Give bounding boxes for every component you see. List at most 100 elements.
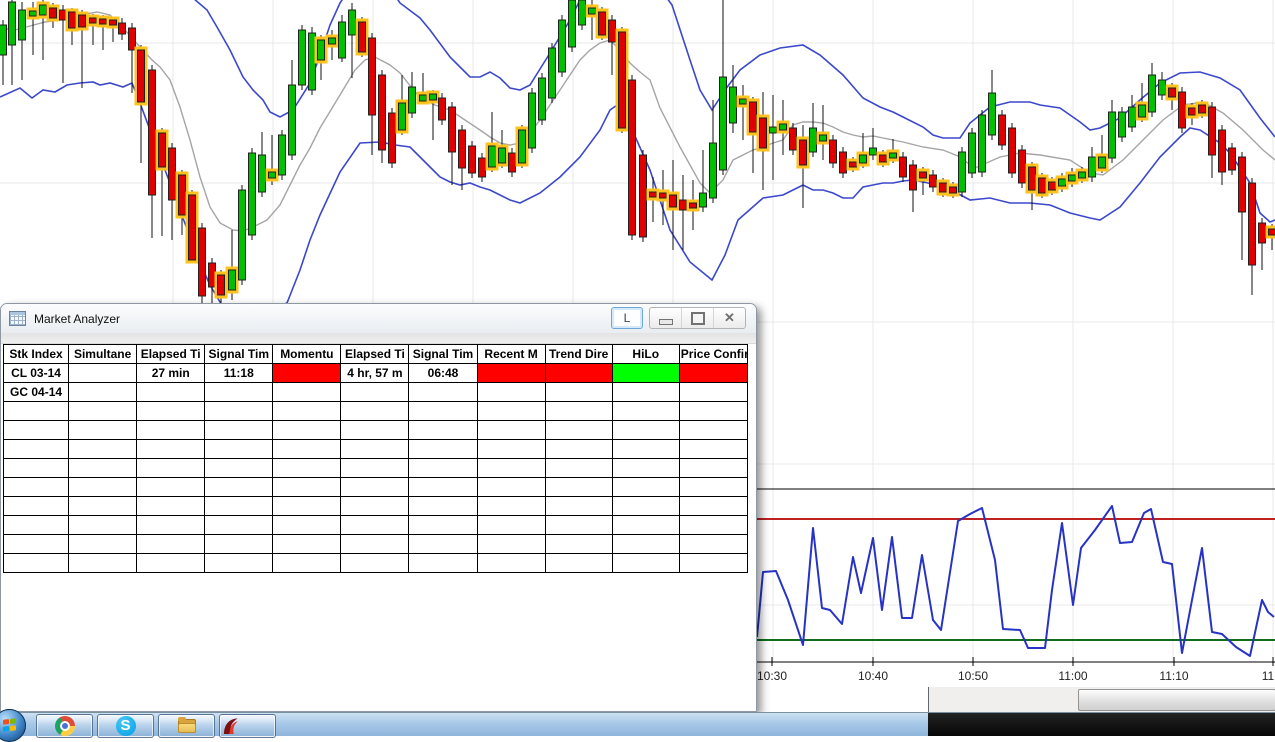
table-cell[interactable] <box>612 497 679 516</box>
table-cell[interactable] <box>409 383 477 402</box>
table-cell[interactable] <box>273 421 341 440</box>
table-cell[interactable] <box>341 383 409 402</box>
table-cell[interactable] <box>341 516 409 535</box>
table-cell[interactable] <box>273 478 341 497</box>
table-cell[interactable] <box>69 516 137 535</box>
column-header-9[interactable]: HiLo <box>612 345 679 364</box>
table-cell[interactable] <box>545 478 612 497</box>
table-cell[interactable] <box>137 478 205 497</box>
table-cell[interactable] <box>545 421 612 440</box>
table-cell[interactable] <box>545 497 612 516</box>
table-cell[interactable] <box>69 535 137 554</box>
table-cell[interactable] <box>612 383 679 402</box>
table-cell[interactable] <box>137 383 205 402</box>
table-cell[interactable] <box>409 535 477 554</box>
table-cell[interactable] <box>273 516 341 535</box>
table-cell[interactable] <box>205 535 273 554</box>
table-cell[interactable] <box>205 516 273 535</box>
table-cell[interactable]: 4 hr, 57 m <box>341 364 409 383</box>
table-cell[interactable] <box>477 459 545 478</box>
table-cell[interactable] <box>69 459 137 478</box>
table-cell[interactable] <box>612 421 679 440</box>
column-header-5[interactable]: Elapsed Ti <box>341 345 409 364</box>
taskbar-item-explorer[interactable] <box>158 714 215 738</box>
column-header-3[interactable]: Signal Tim <box>205 345 273 364</box>
table-cell[interactable] <box>612 440 679 459</box>
table-cell[interactable] <box>679 364 747 383</box>
column-header-4[interactable]: Momentu <box>273 345 341 364</box>
table-cell[interactable] <box>612 459 679 478</box>
table-cell[interactable]: GC 04-14 <box>4 383 69 402</box>
table-cell[interactable] <box>341 421 409 440</box>
table-cell[interactable] <box>4 535 69 554</box>
close-button[interactable]: ✕ <box>713 308 745 328</box>
table-cell[interactable] <box>137 516 205 535</box>
table-cell[interactable] <box>612 478 679 497</box>
table-cell[interactable]: 27 min <box>137 364 205 383</box>
table-cell[interactable] <box>205 440 273 459</box>
table-cell[interactable] <box>273 554 341 573</box>
table-cell[interactable] <box>273 459 341 478</box>
table-cell[interactable] <box>205 459 273 478</box>
table-cell[interactable] <box>477 478 545 497</box>
table-cell[interactable] <box>69 554 137 573</box>
taskbar-item-skype[interactable]: S <box>97 714 154 738</box>
table-cell[interactable] <box>341 554 409 573</box>
table-cell[interactable] <box>69 383 137 402</box>
table-cell[interactable] <box>4 497 69 516</box>
table-cell[interactable] <box>69 402 137 421</box>
minimize-button[interactable] <box>650 308 681 328</box>
table-cell[interactable] <box>137 402 205 421</box>
table-cell[interactable] <box>545 440 612 459</box>
table-cell[interactable] <box>137 554 205 573</box>
table-cell[interactable] <box>477 364 545 383</box>
table-cell[interactable] <box>679 554 747 573</box>
table-cell[interactable] <box>205 421 273 440</box>
table-cell[interactable] <box>612 554 679 573</box>
table-cell[interactable] <box>409 459 477 478</box>
table-cell[interactable] <box>273 440 341 459</box>
table-cell[interactable] <box>679 383 747 402</box>
table-cell[interactable] <box>679 516 747 535</box>
table-cell[interactable] <box>679 535 747 554</box>
table-cell[interactable] <box>137 440 205 459</box>
table-cell[interactable]: 06:48 <box>409 364 477 383</box>
table-cell[interactable] <box>69 364 137 383</box>
table-cell[interactable] <box>679 421 747 440</box>
table-cell[interactable] <box>137 459 205 478</box>
table-cell[interactable] <box>273 364 341 383</box>
table-cell[interactable] <box>612 402 679 421</box>
restore-button[interactable] <box>681 308 713 328</box>
table-cell[interactable] <box>273 535 341 554</box>
table-cell[interactable] <box>4 421 69 440</box>
taskbar-item-chrome[interactable] <box>36 714 93 738</box>
table-cell[interactable]: CL 03-14 <box>4 364 69 383</box>
table-cell[interactable] <box>341 478 409 497</box>
table-cell[interactable] <box>477 516 545 535</box>
table-cell[interactable] <box>341 497 409 516</box>
table-cell[interactable] <box>545 402 612 421</box>
table-cell[interactable] <box>679 440 747 459</box>
table-cell[interactable] <box>545 364 612 383</box>
table-cell[interactable] <box>409 497 477 516</box>
table-cell[interactable] <box>341 459 409 478</box>
table-cell[interactable] <box>612 535 679 554</box>
column-header-6[interactable]: Signal Tim <box>409 345 477 364</box>
table-cell[interactable] <box>477 554 545 573</box>
table-cell[interactable] <box>4 402 69 421</box>
table-cell[interactable] <box>4 554 69 573</box>
window-titlebar[interactable]: Market Analyzer L ✕ <box>1 304 756 334</box>
table-cell[interactable] <box>545 535 612 554</box>
table-cell[interactable] <box>341 535 409 554</box>
taskbar-item-ninjatrader[interactable] <box>219 714 276 738</box>
table-cell[interactable] <box>4 440 69 459</box>
table-cell[interactable] <box>679 497 747 516</box>
scrollbar-thumb[interactable] <box>1078 689 1275 711</box>
table-cell[interactable] <box>4 459 69 478</box>
table-cell[interactable] <box>205 478 273 497</box>
table-cell[interactable] <box>409 554 477 573</box>
column-header-10[interactable]: Price Confir <box>679 345 747 364</box>
table-cell[interactable] <box>341 440 409 459</box>
column-header-0[interactable]: Stk Index <box>4 345 69 364</box>
table-cell[interactable] <box>409 478 477 497</box>
